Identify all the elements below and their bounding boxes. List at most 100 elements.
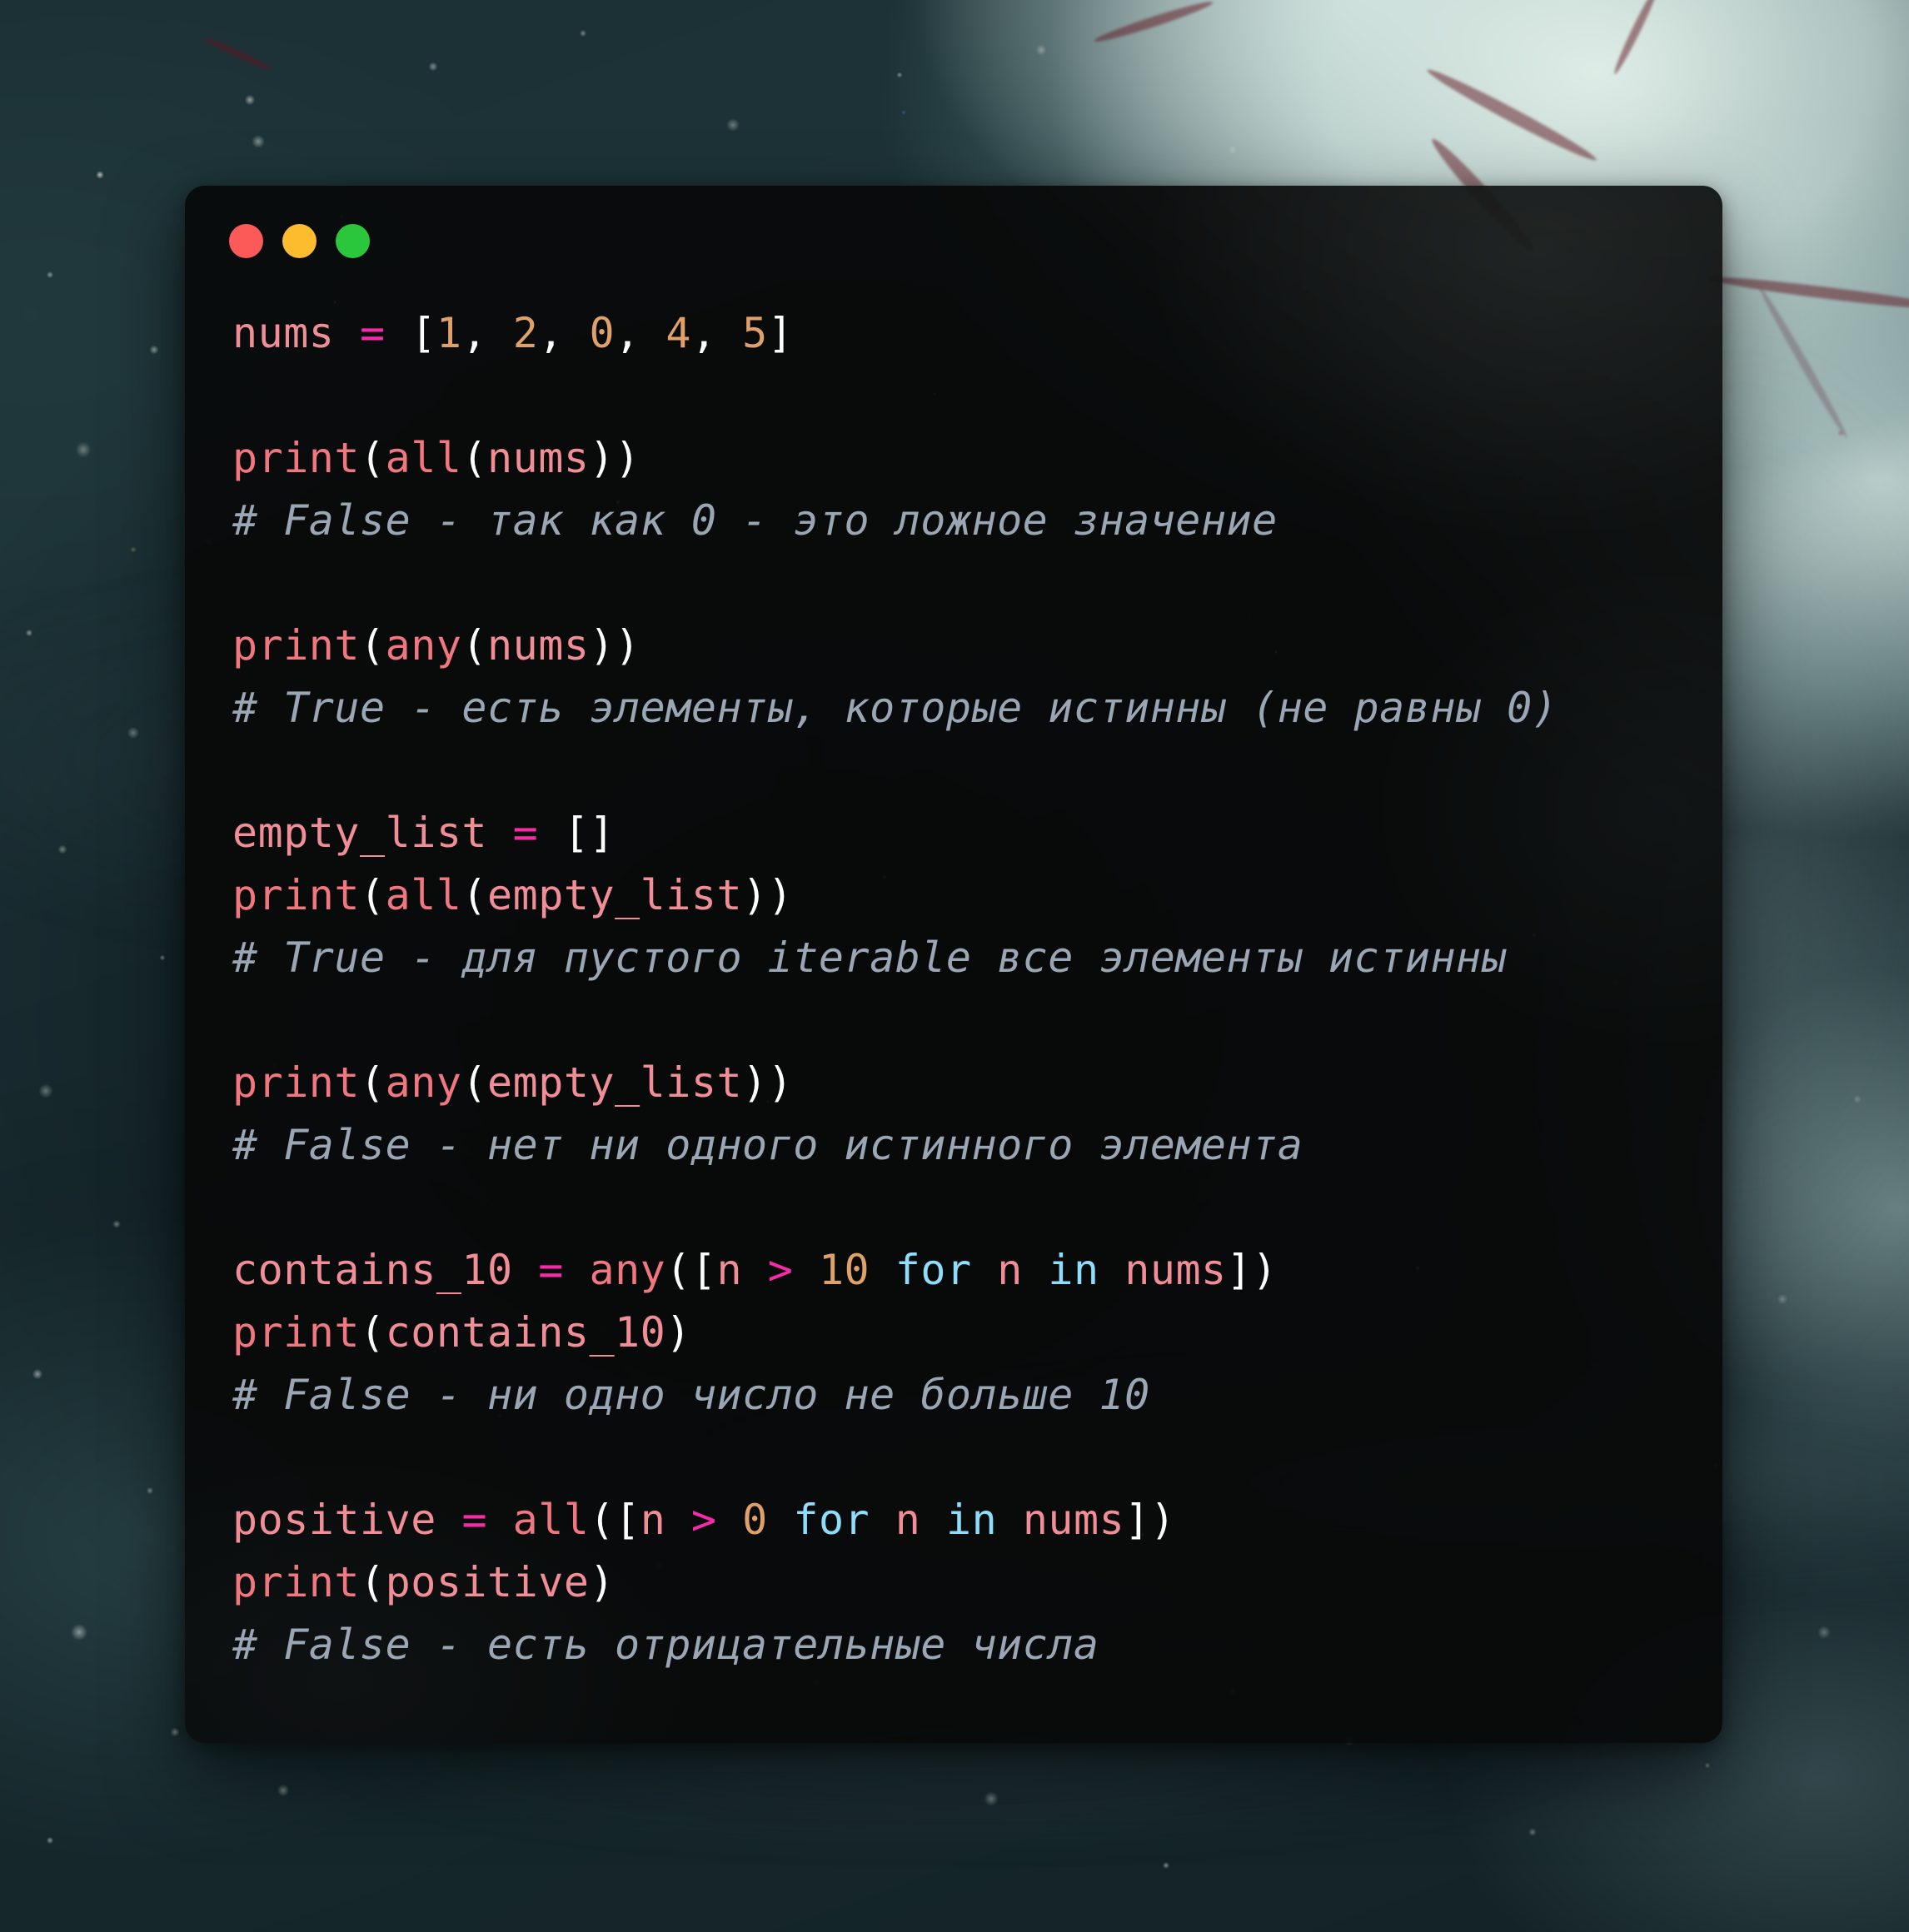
code-line: # False - нет ни одного истинного элемен… [232, 1114, 1706, 1177]
code-token-fn: print [232, 1058, 361, 1107]
code-token-punct [513, 1246, 539, 1294]
code-line: positive = all([n > 0 for n in nums]) [232, 1489, 1706, 1551]
code-token-kw: in [1048, 1246, 1099, 1294]
code-token-num: 10 [818, 1246, 870, 1294]
code-token-punct [920, 1496, 946, 1544]
code-token-num: 5 [742, 309, 768, 357]
code-token-op: = [461, 1496, 488, 1544]
code-token-punct [487, 1496, 513, 1544]
code-token-punct: ( [461, 1058, 488, 1107]
code-token-punct: ) [589, 1558, 616, 1606]
code-token-op: > [690, 1496, 717, 1544]
code-token-punct [665, 1496, 691, 1544]
maximize-window-button[interactable] [336, 224, 370, 258]
code-token-var: empty_list [232, 809, 488, 857]
code-token-var: contains_10 [385, 1308, 666, 1357]
code-token-punct: ]) [1226, 1246, 1278, 1294]
code-token-fn: any [589, 1246, 666, 1294]
code-line: nums = [1, 2, 0, 4, 5] [232, 302, 1706, 365]
code-token-fn: print [232, 871, 361, 919]
code-token-var: n [997, 1246, 1023, 1294]
code-token-fn: all [385, 871, 462, 919]
code-token-punct [1099, 1246, 1125, 1294]
code-token-punct: [ [411, 309, 436, 357]
code-token-punct: ( [360, 1058, 386, 1107]
code-token-cmt: # True - для пустого iterable все элемен… [232, 934, 1508, 982]
code-token-punct: ( [665, 1246, 691, 1294]
code-line: print(contains_10) [232, 1302, 1706, 1364]
code-token-var: n [716, 1246, 743, 1294]
code-token-num: 4 [665, 309, 691, 357]
code-token-kw: for [793, 1496, 870, 1544]
code-token-punct: ]) [1124, 1496, 1176, 1544]
code-token-cmt: # False - есть отрицательные числа [232, 1621, 1099, 1669]
code-token-num: 0 [742, 1496, 768, 1544]
code-token-punct: [ [690, 1246, 717, 1294]
code-token-punct: ( [461, 621, 488, 670]
code-token-punct: [ [615, 1496, 640, 1544]
code-token-punct [717, 1496, 743, 1544]
code-token-punct [870, 1496, 895, 1544]
code-snippet-window[interactable]: nums = [1, 2, 0, 4, 5] print(all(nums)) #… [185, 186, 1722, 1743]
code-token-var: positive [385, 1558, 590, 1606]
code-token-fn: all [512, 1496, 590, 1544]
minimize-window-button[interactable] [282, 224, 317, 258]
code-token-cmt: # False - нет ни одного истинного элемен… [232, 1121, 1303, 1169]
code-token-var: nums [1022, 1496, 1125, 1544]
code-line: print(any(empty_list)) [232, 1052, 1706, 1114]
code-token-punct: [] [563, 809, 616, 857]
code-token-var: nums [1124, 1246, 1227, 1294]
close-window-button[interactable] [229, 224, 263, 258]
code-token-punct: ( [360, 1558, 386, 1606]
code-token-punct: ( [589, 1496, 616, 1544]
code-token-op: = [360, 309, 386, 357]
code-token-op: = [538, 1246, 564, 1294]
code-token-cmt: # False - ни одно число не больше 10 [232, 1371, 1150, 1419]
code-token-fn: any [385, 621, 462, 670]
code-token-fn: all [385, 434, 462, 482]
code-token-punct [436, 1496, 462, 1544]
code-token-punct [972, 1246, 998, 1294]
code-token-var: nums [487, 621, 590, 670]
code-line: print(any(nums)) [232, 615, 1706, 677]
code-token-var: empty_list [487, 871, 743, 919]
code-token-punct [487, 809, 513, 857]
code-editor-content[interactable]: nums = [1, 2, 0, 4, 5] print(all(nums)) #… [232, 302, 1706, 1676]
window-titlebar [229, 224, 370, 258]
code-token-punct [997, 1496, 1023, 1544]
code-token-fn: print [232, 1558, 361, 1606]
code-token-punct [334, 309, 360, 357]
code-token-op: > [767, 1246, 794, 1294]
code-line: # False - есть отрицательные числа [232, 1614, 1706, 1676]
code-token-num: 0 [589, 309, 616, 357]
code-token-punct [742, 1246, 768, 1294]
code-line: print(all(empty_list)) [232, 864, 1706, 927]
code-line: print(all(nums)) [232, 427, 1706, 490]
code-line: # False - ни одно число не больше 10 [232, 1364, 1706, 1427]
code-token-cmt: # True - есть элементы, которые истинны … [232, 684, 1558, 732]
code-token-op: = [512, 809, 539, 857]
code-token-punct [386, 309, 411, 357]
code-token-punct [538, 809, 564, 857]
code-token-punct [564, 1246, 590, 1294]
code-token-kw: for [895, 1246, 972, 1294]
code-token-num: 1 [436, 309, 462, 357]
code-token-punct: ( [360, 1308, 386, 1357]
code-token-punct [793, 1246, 819, 1294]
code-token-punct: ( [461, 434, 488, 482]
code-token-punct: )) [589, 621, 640, 670]
code-token-fn: any [385, 1058, 462, 1107]
code-token-punct: ] [767, 309, 794, 357]
code-token-punct [870, 1246, 895, 1294]
code-token-var: empty_list [487, 1058, 743, 1107]
code-token-punct: )) [742, 1058, 794, 1107]
code-token-punct [1023, 1246, 1049, 1294]
code-token-var: nums [487, 434, 590, 482]
code-token-var: positive [232, 1496, 436, 1544]
code-line: print(positive) [232, 1551, 1706, 1614]
code-token-punct: )) [742, 871, 794, 919]
code-line: # True - есть элементы, которые истинны … [232, 677, 1706, 739]
